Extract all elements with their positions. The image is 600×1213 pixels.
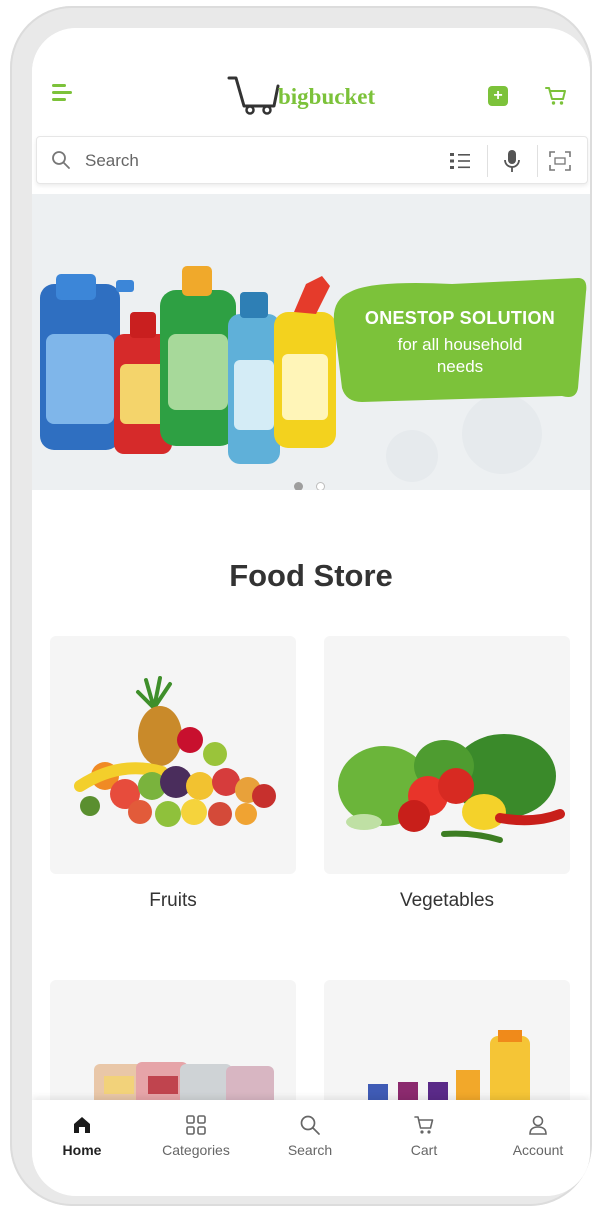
fruits-image (74, 676, 276, 827)
nav-label: Search (287, 1142, 333, 1158)
home-icon (74, 1117, 90, 1133)
vegetables-image (338, 734, 565, 843)
promo-title: ONESTOP SOLUTION (364, 308, 556, 328)
category-card-vegetables[interactable] (324, 636, 570, 874)
list-icon[interactable] (449, 151, 471, 171)
nav-label: Categories (162, 1142, 230, 1158)
add-button[interactable]: + (488, 86, 508, 106)
nav-account[interactable]: Account (488, 1114, 588, 1158)
bottom-navigation: Home Categories Search Cart Account (32, 1100, 590, 1196)
brand-name: bigbucket (278, 84, 376, 109)
nav-label: Account (512, 1142, 564, 1158)
search-bar[interactable]: Search (36, 136, 588, 184)
carousel-dot-active[interactable] (294, 482, 303, 490)
app-screen: bigbucket + Search ONESTOP SOLUTION for … (32, 28, 590, 1196)
promo-subtitle-line: for all household (397, 335, 523, 354)
nav-cart[interactable]: Cart (374, 1114, 474, 1158)
app-header: bigbucket + (32, 28, 590, 140)
promo-subtitle: for all household needs (332, 334, 588, 378)
cart-icon (414, 1116, 434, 1134)
nav-search[interactable]: Search (260, 1114, 360, 1158)
basket-logo-icon (227, 76, 280, 115)
search-divider (487, 145, 488, 177)
nav-home[interactable]: Home (32, 1114, 132, 1158)
promo-callout: ONESTOP SOLUTION for all household needs (332, 278, 588, 402)
brand-logo[interactable]: bigbucket (226, 72, 426, 116)
promo-banner[interactable]: ONESTOP SOLUTION for all household needs (32, 194, 590, 490)
scan-icon[interactable] (549, 151, 571, 171)
nav-categories[interactable]: Categories (146, 1114, 246, 1158)
category-label[interactable]: Fruits (50, 890, 296, 912)
category-card-fruits[interactable] (50, 636, 296, 874)
search-divider (537, 145, 538, 177)
search-input[interactable]: Search (85, 151, 139, 171)
microphone-icon[interactable] (503, 149, 521, 173)
section-title: Food Store (229, 558, 393, 593)
carousel-dot[interactable] (316, 482, 325, 490)
nav-label: Cart (410, 1142, 438, 1158)
account-icon (529, 1115, 547, 1135)
category-label[interactable]: Vegetables (324, 890, 570, 912)
promo-subtitle-line: needs (436, 357, 484, 376)
categories-icon (186, 1115, 206, 1135)
cart-icon[interactable] (544, 84, 568, 108)
search-icon (300, 1115, 320, 1135)
menu-icon[interactable] (52, 84, 74, 102)
search-icon (52, 151, 70, 169)
nav-label: Home (62, 1142, 102, 1158)
